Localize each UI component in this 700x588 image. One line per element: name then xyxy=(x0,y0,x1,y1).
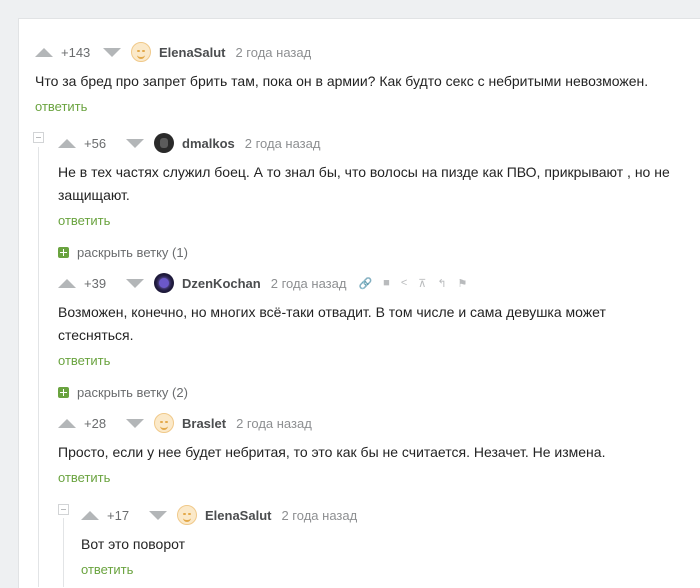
comment-text: Возможен, конечно, но многих всё-таки от… xyxy=(58,301,678,347)
comment-text: Не в тех частях служил боец. А то знал б… xyxy=(58,161,678,207)
parent-icon[interactable]: ↰ xyxy=(437,277,446,290)
comment-text-line: Возможен, конечно, но многих всё-таки от… xyxy=(58,304,606,320)
comment-text-line: защищают. xyxy=(58,187,130,203)
avatar[interactable] xyxy=(154,273,174,293)
expand-branch-label: раскрыть ветку (1) xyxy=(77,245,188,260)
comment-text: Просто, если у нее будет небритая, то эт… xyxy=(58,441,678,464)
downvote-icon[interactable] xyxy=(126,418,144,428)
avatar[interactable] xyxy=(154,413,174,433)
comment-text-line: стесняться. xyxy=(58,327,134,343)
reply-link[interactable]: ответить xyxy=(81,562,133,577)
comment-header: +143 ElenaSalut 2 года назад xyxy=(35,42,311,62)
comment-author[interactable]: ElenaSalut xyxy=(159,45,225,60)
scroll-top-icon[interactable]: ⊼ xyxy=(418,277,426,290)
comment-text: Вот это поворот xyxy=(81,533,681,556)
comment-rating: +56 xyxy=(84,135,107,151)
collapse-thread-button[interactable] xyxy=(58,504,69,515)
comment-author[interactable]: dmalkos xyxy=(182,136,235,151)
comment-time[interactable]: 2 года назад xyxy=(245,136,321,151)
reply-link[interactable]: ответить xyxy=(58,353,110,368)
downvote-icon[interactable] xyxy=(126,138,144,148)
flag-icon[interactable]: ⚑ xyxy=(458,277,468,290)
comment-header: +56 dmalkos 2 года назад xyxy=(58,133,320,153)
expand-branch-button[interactable]: раскрыть ветку (1) xyxy=(58,245,188,260)
avatar[interactable] xyxy=(154,133,174,153)
comment-time[interactable]: 2 года назад xyxy=(281,508,357,523)
upvote-icon[interactable] xyxy=(58,138,76,148)
comment-time[interactable]: 2 года назад xyxy=(271,276,347,291)
thread-line[interactable] xyxy=(63,518,64,587)
downvote-icon[interactable] xyxy=(126,278,144,288)
downvote-icon[interactable] xyxy=(149,510,167,520)
plus-icon xyxy=(58,247,69,258)
upvote-icon[interactable] xyxy=(81,510,99,520)
thread-line[interactable] xyxy=(38,147,39,587)
link-icon[interactable]: 🔗 xyxy=(358,277,372,290)
reply-link[interactable]: ответить xyxy=(58,470,110,485)
comment-rating: +39 xyxy=(84,275,107,291)
comment-text-line: Что за бред про запрет брить там, пока о… xyxy=(35,73,649,89)
expand-branch-label: раскрыть ветку (2) xyxy=(77,385,188,400)
comment-header: +17 ElenaSalut 2 года назад xyxy=(81,505,357,525)
comment-rating: +28 xyxy=(84,415,107,431)
upvote-icon[interactable] xyxy=(58,278,76,288)
comment-text: Что за бред про запрет брить там, пока о… xyxy=(35,70,675,93)
reply-link[interactable]: ответить xyxy=(35,99,87,114)
collapse-thread-button[interactable] xyxy=(33,132,44,143)
reply-link[interactable]: ответить xyxy=(58,213,110,228)
comment-text-line: Не в тех частях служил боец. А то знал б… xyxy=(58,164,670,180)
share-icon[interactable]: < xyxy=(401,277,407,289)
comment-header: +39 DzenKochan 2 года назад 🔗 ■ < ⊼ ↰ ⚑ xyxy=(58,273,478,293)
upvote-icon[interactable] xyxy=(35,47,53,57)
expand-branch-button[interactable]: раскрыть ветку (2) xyxy=(58,385,188,400)
comment-rating: +143 xyxy=(61,44,91,60)
upvote-icon[interactable] xyxy=(58,418,76,428)
comment-tools: 🔗 ■ < ⊼ ↰ ⚑ xyxy=(358,277,478,290)
avatar[interactable] xyxy=(131,42,151,62)
save-icon[interactable]: ■ xyxy=(383,277,390,289)
comment-header: +28 Braslet 2 года назад xyxy=(58,413,312,433)
comment-author[interactable]: ElenaSalut xyxy=(205,508,271,523)
comment-text-line: Просто, если у нее будет небритая, то эт… xyxy=(58,444,606,460)
plus-icon xyxy=(58,387,69,398)
comment-author[interactable]: DzenKochan xyxy=(182,276,261,291)
avatar[interactable] xyxy=(177,505,197,525)
comment-text-line: Вот это поворот xyxy=(81,536,185,552)
comment-author[interactable]: Braslet xyxy=(182,416,226,431)
downvote-icon[interactable] xyxy=(103,47,121,57)
comment-time[interactable]: 2 года назад xyxy=(235,45,311,60)
comment-rating: +17 xyxy=(107,507,130,523)
comment-time[interactable]: 2 года назад xyxy=(236,416,312,431)
